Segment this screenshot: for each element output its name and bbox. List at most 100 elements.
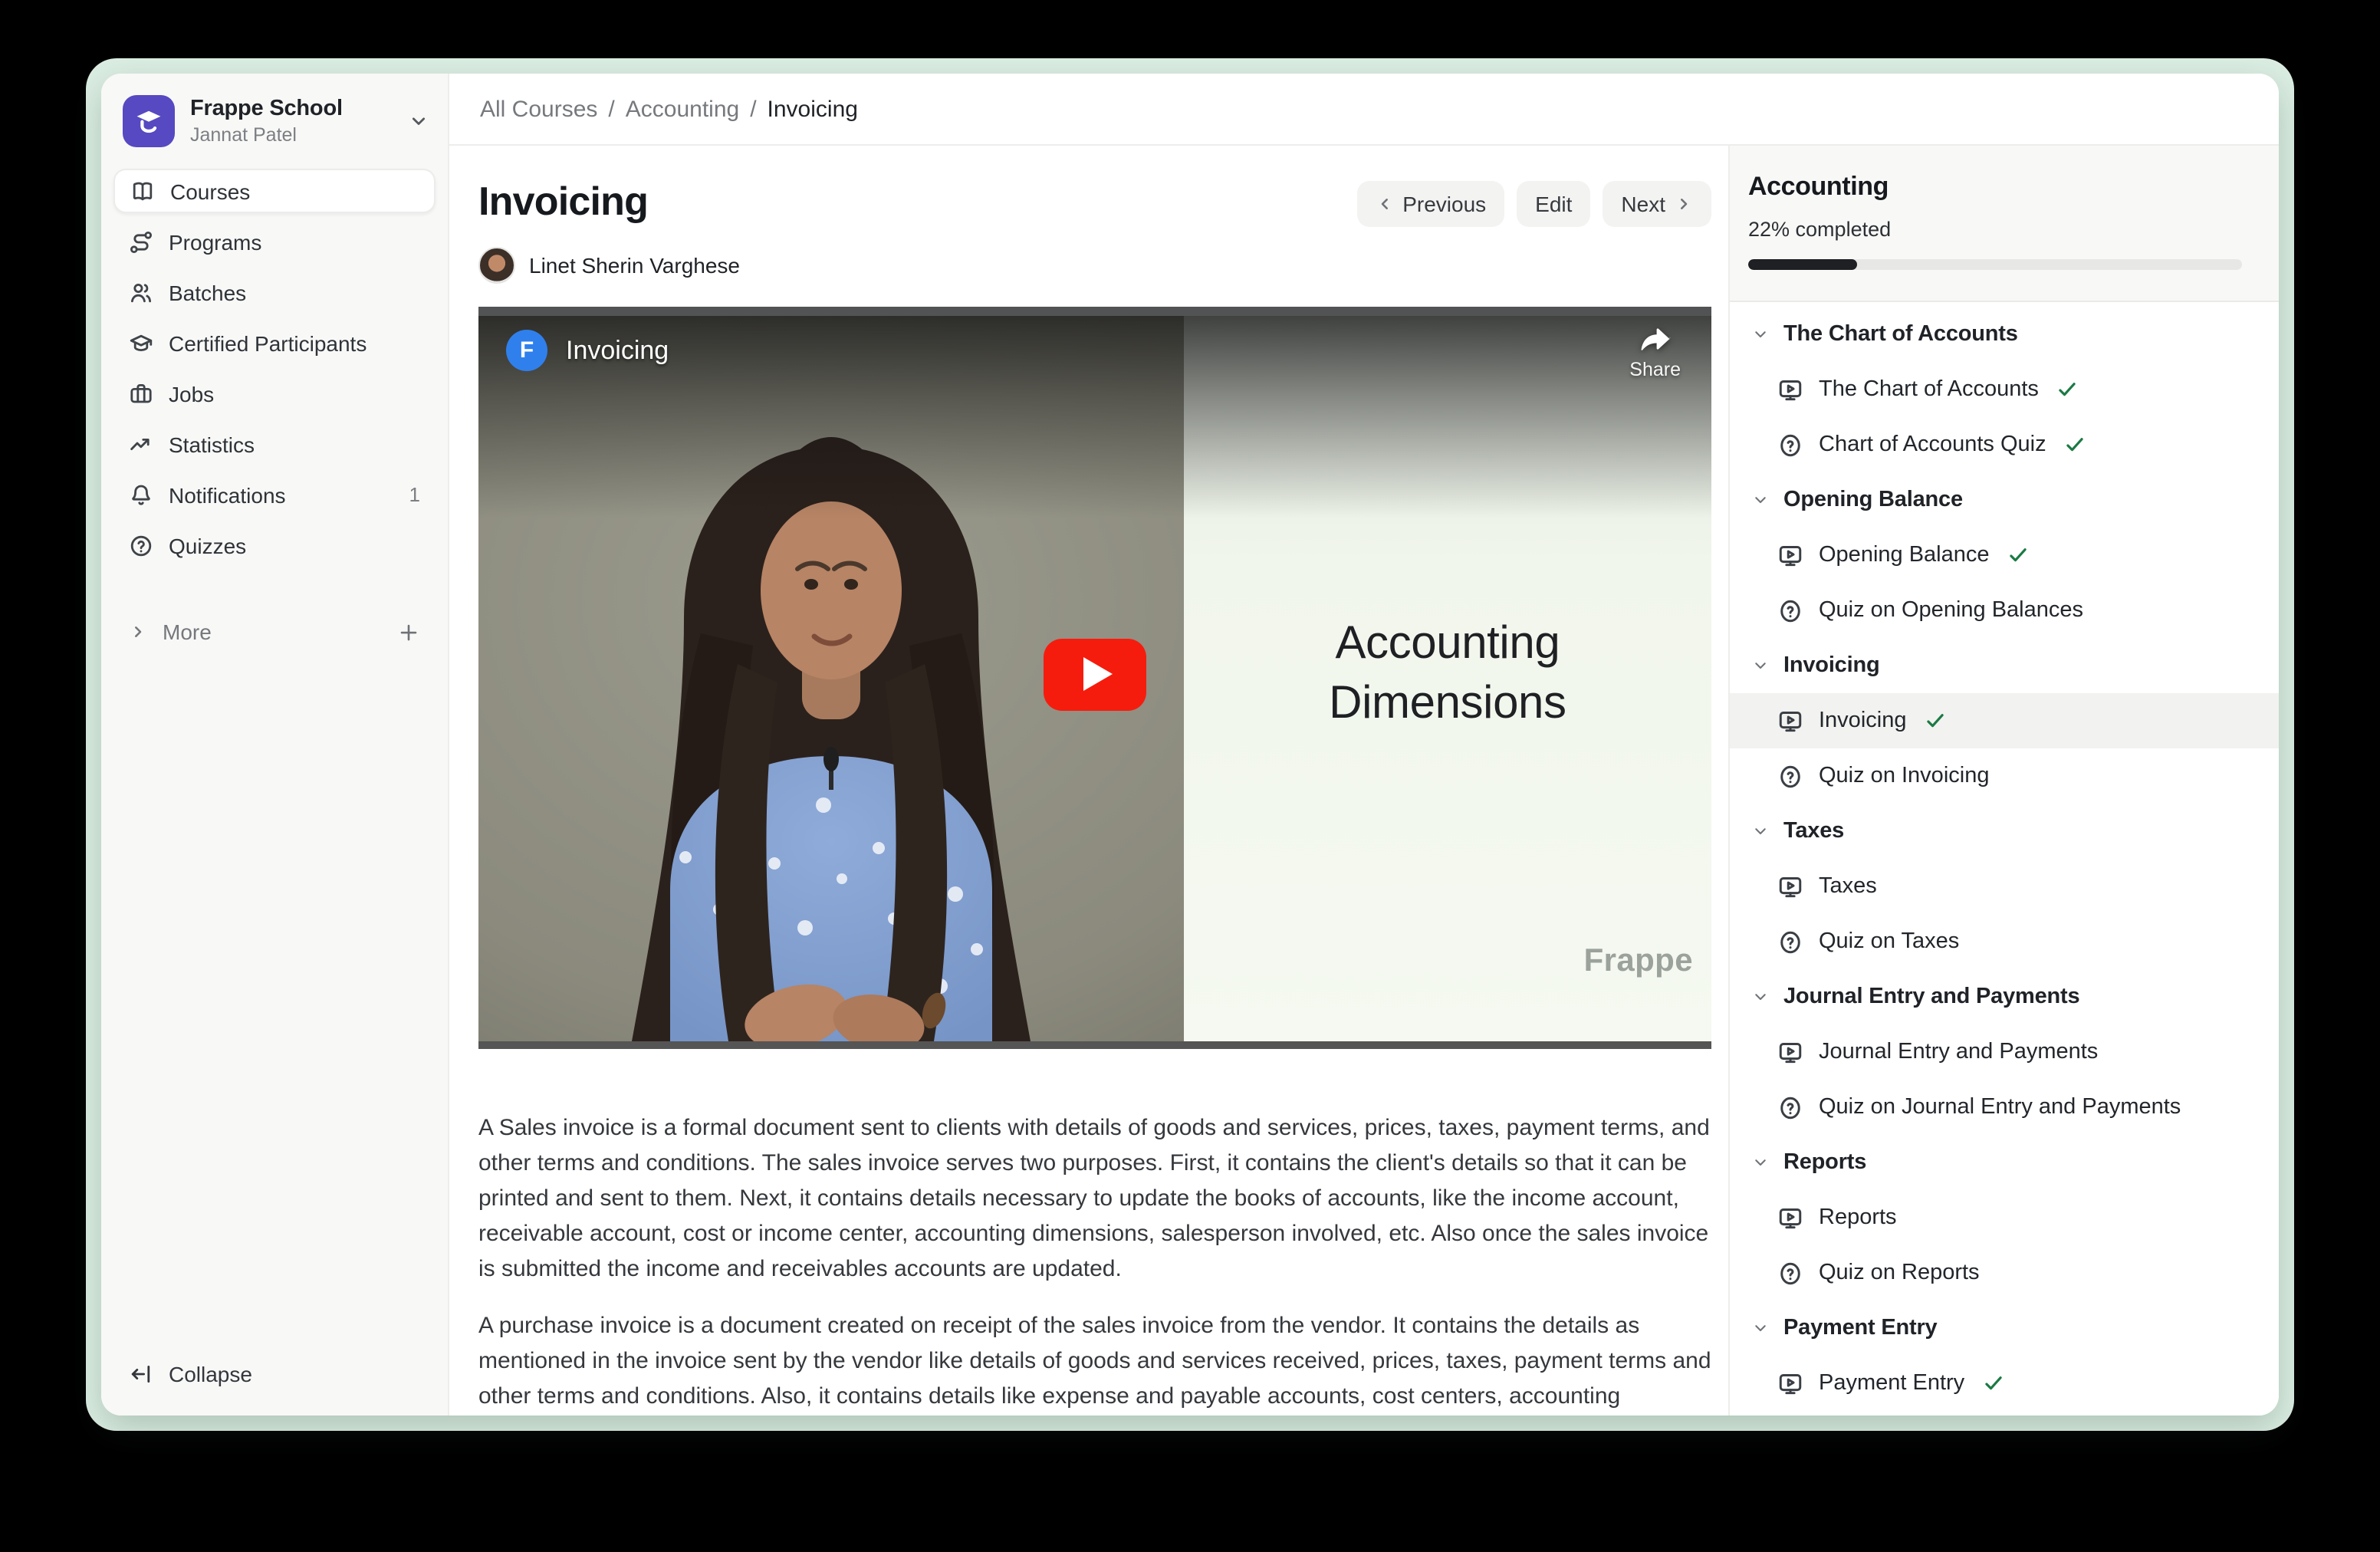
breadcrumb: All Courses / Accounting / Invoicing [480,96,858,122]
monitor-play-icon [1777,542,1803,568]
breadcrumb-all-courses[interactable]: All Courses [480,96,597,122]
outline-lesson-taxes[interactable]: Taxes [1730,859,2279,914]
programs-icon [129,229,153,254]
slide-title: Accounting Dimensions [1329,615,1566,733]
chapter-title: The Chart of Accounts [1783,322,2018,347]
lesson-paragraph: A purchase invoice is a document created… [478,1308,1711,1416]
plus-icon[interactable] [397,620,420,643]
lesson-title: Quiz on Reports [1819,1261,1980,1285]
help-circle-icon [129,533,153,557]
sidebar-item-programs[interactable]: Programs [113,219,436,264]
top-bar: All Courses / Accounting / Invoicing [449,74,2279,146]
collapse-sidebar-button[interactable]: Collapse [113,1351,436,1397]
monitor-play-icon [1777,1370,1803,1396]
workspace-switcher[interactable]: Frappe School Jannat Patel [113,92,436,169]
sidebar-item-more[interactable]: More [113,610,436,653]
lesson-title: Reports [1819,1205,1897,1230]
outline-lesson-quiz-on-journal-entry-and-payments[interactable]: Quiz on Journal Entry and Payments [1730,1080,2279,1135]
outline-chapter-reports[interactable]: Reports [1730,1135,2279,1190]
sidebar-item-notifications[interactable]: Notifications1 [113,472,436,517]
previous-button[interactable]: Previous [1356,181,1504,227]
completed-check-icon [2057,379,2079,400]
course-title: Accounting [1748,172,2242,202]
chevron-down-icon [1751,491,1770,509]
previous-label: Previous [1402,192,1486,216]
chapter-title: Taxes [1783,819,1844,843]
frappe-watermark: Frappe [1584,943,1693,980]
video-letterbox [478,307,1711,316]
sidebar-item-label: Courses [170,179,250,203]
chevron-right-icon [129,623,147,641]
outline-lesson-quiz-on-opening-balances[interactable]: Quiz on Opening Balances [1730,583,2279,638]
outline-chapter-opening-balance[interactable]: Opening Balance [1730,472,2279,528]
outline-list: The Chart of Accounts The Chart of Accoun… [1730,302,2279,1416]
outline-chapter-payment-entry[interactable]: Payment Entry [1730,1300,2279,1356]
outline-lesson-chart-of-accounts-quiz[interactable]: Chart of Accounts Quiz [1730,417,2279,472]
lesson-title: Journal Entry and Payments [1819,1040,2098,1064]
workspace-title: Frappe School [190,97,393,121]
outline-lesson-payment-entry[interactable]: Payment Entry [1730,1356,2279,1411]
monitor-play-icon [1777,376,1803,403]
frappe-school-logo [123,95,175,147]
outline-chapter-the-chart-of-accounts[interactable]: The Chart of Accounts [1730,307,2279,362]
sidebar-item-label: Statistics [169,432,255,456]
outline-lesson-reports[interactable]: Reports [1730,1190,2279,1245]
outline-chapter-taxes[interactable]: Taxes [1730,804,2279,859]
graduation-cap-icon [129,330,153,355]
sidebar-item-label: Certified Participants [169,330,367,355]
sidebar-item-jobs[interactable]: Jobs [113,371,436,416]
channel-avatar[interactable]: F [506,330,547,371]
edit-label: Edit [1535,192,1572,216]
edit-button[interactable]: Edit [1517,181,1590,227]
monitor-play-icon [1777,708,1803,734]
sidebar-item-courses[interactable]: Courses [113,169,436,213]
bell-icon [129,482,153,507]
next-button[interactable]: Next [1603,181,1711,227]
outline-lesson-quiz-on-reports[interactable]: Quiz on Reports [1730,1245,2279,1300]
completed-check-icon [2008,544,2030,566]
share-arrow-icon [1636,325,1675,356]
lesson-body-text: A Sales invoice is a formal document sen… [478,1110,1711,1416]
outline-lesson-invoicing[interactable]: Invoicing [1730,693,2279,748]
chapter-title: Journal Entry and Payments [1783,985,2079,1009]
play-button[interactable] [1044,638,1146,710]
chapter-title: Opening Balance [1783,488,1963,512]
quiz-icon [1777,1094,1803,1120]
outline-lesson-journal-entry-and-payments[interactable]: Journal Entry and Payments [1730,1024,2279,1080]
outline-chapter-journal-entry-and-payments[interactable]: Journal Entry and Payments [1730,969,2279,1024]
outline-lesson-the-chart-of-accounts[interactable]: The Chart of Accounts [1730,362,2279,417]
chevron-right-icon [1675,195,1693,213]
outline-chapter-invoicing[interactable]: Invoicing [1730,638,2279,693]
video-title[interactable]: Invoicing [566,335,669,366]
monitor-play-icon [1777,1205,1803,1231]
outline-lesson-quiz-on-invoicing[interactable]: Quiz on Invoicing [1730,748,2279,804]
sidebar-nav: Courses Programs Batches Certified Particip… [113,169,436,567]
sidebar-item-label: Batches [169,280,246,304]
completed-check-icon [1925,710,1946,732]
lesson-title: Quiz on Invoicing [1819,764,1989,788]
youtube-video-player[interactable]: Accounting Dimensions F Invoicing [478,307,1711,1049]
completed-check-icon [2065,434,2086,455]
left-sidebar: Frappe School Jannat Patel Courses Progra… [101,74,449,1416]
monitor-play-icon [1777,1039,1803,1065]
outline-lesson-quiz-on-taxes[interactable]: Quiz on Taxes [1730,914,2279,969]
author-avatar [478,247,515,284]
sidebar-item-statistics[interactable]: Statistics [113,422,436,466]
content-column: All Courses / Accounting / Invoicing Inv… [449,74,2279,1416]
breadcrumb-separator: / [750,96,756,122]
sidebar-item-quizzes[interactable]: Quizzes [113,523,436,567]
slide-title-line2: Dimensions [1329,674,1566,733]
sidebar-item-certified-participants[interactable]: Certified Participants [113,321,436,365]
share-label: Share [1629,359,1681,380]
share-button[interactable]: Share [1629,325,1681,380]
quiz-icon [1777,1260,1803,1286]
video-title-overlay[interactable]: F Invoicing [506,330,669,371]
body-row: Invoicing Previous Edit [449,146,2279,1416]
lesson-title: Opening Balance [1819,543,1990,567]
sidebar-item-batches[interactable]: Batches [113,270,436,314]
chapter-title: Reports [1783,1150,1866,1175]
breadcrumb-accounting[interactable]: Accounting [626,96,739,122]
outline-lesson-opening-balance[interactable]: Opening Balance [1730,528,2279,583]
workspace-user: Jannat Patel [190,124,393,146]
page-title: Invoicing [478,178,648,225]
